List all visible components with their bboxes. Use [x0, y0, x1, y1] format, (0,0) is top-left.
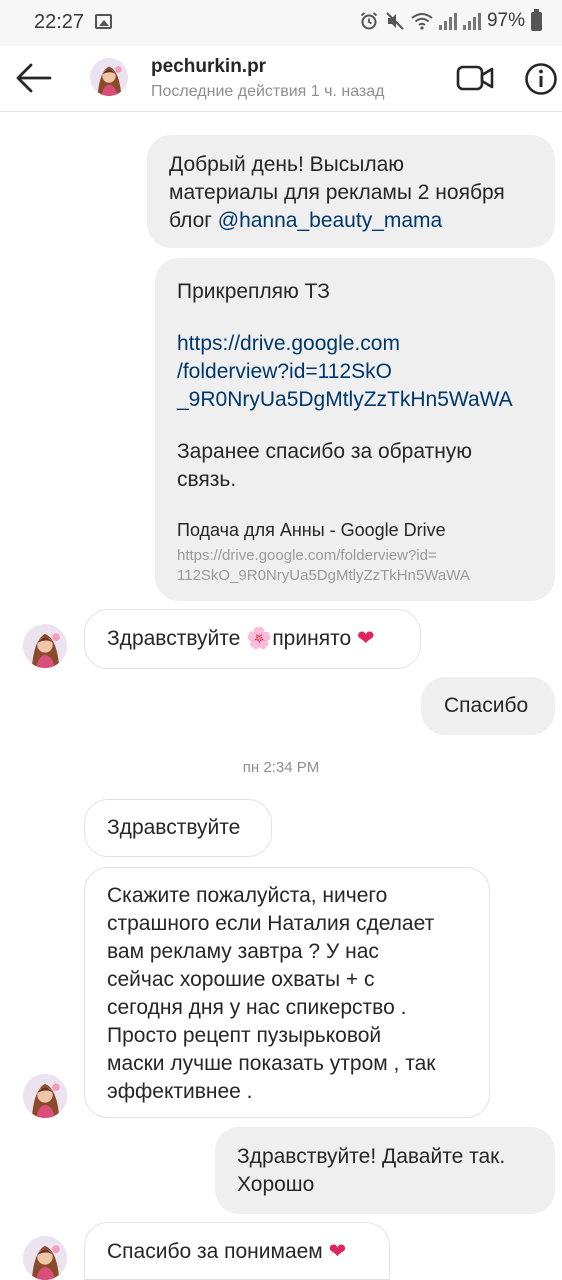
avatar[interactable] [23, 624, 67, 668]
outgoing-message[interactable]: Спасибо [421, 677, 555, 735]
status-icons: 97% [359, 8, 542, 32]
avatar[interactable] [90, 58, 128, 96]
date-separator: пн 2:34 PM [242, 759, 320, 776]
link-preview-title: Подача для Анны - Google Drive [177, 520, 446, 540]
message-line: Просто рецепт пузырьковой [107, 1024, 382, 1047]
message-line: маски лучше показать утром , так [107, 1052, 436, 1075]
signal-icon [438, 12, 457, 30]
outgoing-message[interactable]: Добрый день! Высылаю материалы для рекла… [147, 135, 555, 248]
message-line: Скажите пожалуйста, ничего [107, 884, 388, 907]
outgoing-message[interactable]: Прикрепляю ТЗ https://drive.google.com /… [155, 258, 555, 601]
message-line: блог @hanna_beauty_mama [169, 207, 535, 235]
link-line: _9R0NryUa5DgMtlyZzTkHn5WaWA [177, 388, 513, 411]
alarm-icon [360, 12, 378, 30]
message-line: Прикрепляю ТЗ [177, 280, 330, 303]
link-preview-url: 112SkO_9R0NryUa5DgMtlyZzTkHn5WaWA [177, 567, 470, 584]
drive-link[interactable]: https://drive.google.com /folderview?id=… [177, 330, 535, 414]
message-text: Здравствуйте [107, 627, 247, 650]
last-active-status: Последние действия 1 ч. назад [151, 83, 385, 100]
link-line: https://drive.google.com [177, 332, 400, 355]
chat-header: pechurkin.pr Последние действия 1 ч. наз… [0, 46, 562, 112]
incoming-message[interactable]: Скажите пожалуйста, ничего страшного есл… [84, 867, 490, 1118]
message-text: блог [169, 209, 218, 232]
incoming-message[interactable]: Здравствуйте [84, 799, 272, 857]
battery-percent: 97% [486, 10, 525, 31]
message-line: эффективнее . [107, 1080, 253, 1103]
message-line: страшного если Наталия сделает [107, 912, 435, 935]
heart-emoji: ❤ [328, 1240, 347, 1263]
image-icon [95, 14, 112, 29]
mute-icon [386, 12, 404, 30]
signal-icon [462, 12, 481, 30]
info-icon[interactable] [524, 62, 558, 96]
message-line: Здравствуйте! Давайте так. [237, 1145, 506, 1168]
status-bar: 22:27 97% [0, 0, 562, 46]
username[interactable]: pechurkin.pr [151, 56, 266, 78]
message-line: связь. [177, 468, 237, 491]
outgoing-message[interactable]: Здравствуйте! Давайте так. Хорошо [215, 1127, 555, 1214]
link-preview-url: https://drive.google.com/folderview?id= [177, 547, 437, 564]
message-text: Спасибо [444, 694, 529, 717]
message-text: Здравствуйте [107, 816, 241, 839]
video-camera-icon[interactable] [456, 64, 494, 92]
flower-emoji: 🌸 [246, 627, 273, 650]
status-time: 22:27 [34, 11, 85, 33]
message-line: сейчас хорошие охваты + с [107, 968, 375, 991]
message-text: принято [272, 627, 357, 650]
mention-link[interactable]: @hanna_beauty_mama [218, 209, 442, 232]
link-preview[interactable]: Подача для Анны - Google Drive https://d… [177, 518, 535, 586]
message-line: вам рекламу завтра ? У нас [107, 940, 379, 963]
link-line: /folderview?id=112SkO [177, 360, 392, 383]
incoming-message[interactable]: Спасибо за понимаем ❤ [84, 1222, 390, 1280]
message-line: Заранее спасибо за обратную [177, 440, 473, 463]
message-line: Хорошо [237, 1173, 315, 1196]
incoming-message[interactable]: Здравствуйте 🌸принято ❤ [84, 609, 421, 669]
avatar[interactable] [23, 1074, 67, 1118]
message-text: Спасибо за понимаем [107, 1240, 329, 1263]
battery-icon [531, 8, 542, 31]
heart-emoji: ❤ [356, 627, 375, 650]
avatar[interactable] [23, 1236, 67, 1280]
wifi-icon [411, 13, 433, 30]
message-line: Добрый день! Высылаю [169, 153, 405, 176]
back-button[interactable] [12, 60, 54, 96]
message-line: материалы для рекламы 2 ноября [169, 181, 505, 204]
message-line: сегодня дня у нас спикерство . [107, 996, 407, 1019]
